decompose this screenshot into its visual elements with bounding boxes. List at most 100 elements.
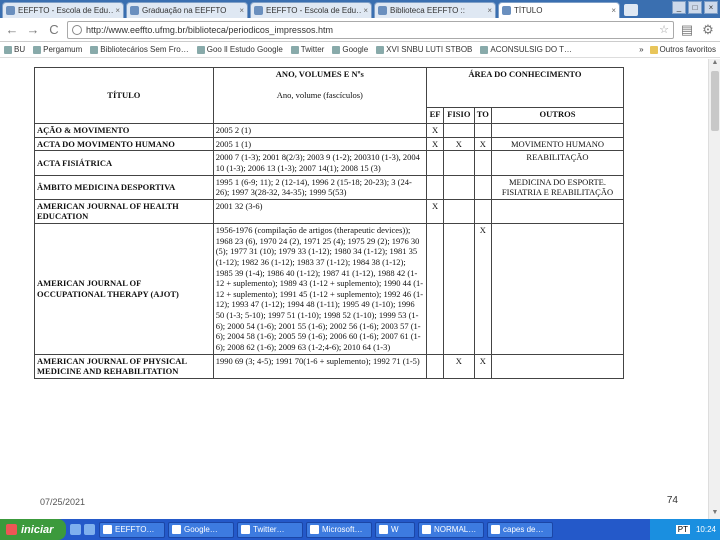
globe-icon: [72, 24, 82, 35]
favicon-icon: [6, 6, 15, 15]
header-to: TO: [473, 107, 492, 124]
browser-tab-active[interactable]: TÍTULO ×: [498, 2, 620, 18]
back-icon[interactable]: ←: [4, 22, 20, 38]
close-icon[interactable]: ×: [363, 6, 368, 15]
folder-icon: [422, 525, 431, 534]
table-row: AÇÃO & MOVIMENTO 2005 2 (1) X: [34, 123, 625, 138]
bookmark-item[interactable]: ACONSULSIG DO T…: [480, 45, 572, 54]
bookmark-icon: [90, 45, 99, 54]
bookmark-item[interactable]: Twitter: [290, 45, 324, 54]
close-icon[interactable]: ×: [487, 6, 492, 15]
table-row: ACTA FISIÁTRICA 2000 7 (1-3); 2001 8(2/3…: [34, 150, 625, 176]
forward-icon[interactable]: →: [25, 22, 41, 38]
bookmark-icon: [376, 45, 385, 54]
tab-strip: EEFFTO - Escola de Edu… × Graduação na EE…: [0, 0, 720, 18]
chrome-icon: [172, 525, 181, 534]
header-ef: EF: [425, 107, 445, 124]
taskbar-item[interactable]: Microsoft…: [306, 521, 372, 538]
bookmark-item[interactable]: Bibliotecários Sem Fro…: [90, 45, 189, 54]
close-icon[interactable]: ×: [115, 6, 120, 15]
tab-label: EEFFTO - Escola de Edu…: [18, 6, 114, 15]
maximize-icon[interactable]: □: [688, 1, 702, 14]
bookmark-item[interactable]: XVI SNBU LUTI STBOB: [376, 45, 472, 54]
quick-launch-icon[interactable]: [84, 524, 95, 535]
bookmark-icon: [480, 45, 489, 54]
bookmark-item[interactable]: Google: [332, 45, 368, 54]
taskbar-item[interactable]: NORMAL…: [418, 521, 484, 538]
wrench-icon[interactable]: ⚙: [700, 22, 716, 38]
favicon-icon: [378, 6, 387, 15]
app-icon: [241, 525, 250, 534]
quick-launch: [70, 524, 95, 535]
favicon-icon: [502, 6, 511, 15]
bookmark-icon: [332, 45, 341, 54]
tab-label: Graduação na EEFFTO: [142, 6, 227, 15]
star-icon[interactable]: ☆: [659, 23, 669, 36]
window-controls: _ □ ×: [672, 1, 718, 14]
tab-label: TÍTULO: [514, 6, 543, 15]
reload-icon[interactable]: C: [46, 22, 62, 38]
start-button[interactable]: iniciar: [0, 519, 66, 540]
scroll-up-icon[interactable]: ▲: [709, 59, 720, 69]
header-outros: OUTROS: [490, 107, 625, 124]
app-icon: [103, 525, 112, 534]
bookmark-icon: [33, 45, 42, 54]
close-window-icon[interactable]: ×: [704, 1, 718, 14]
taskbar-item[interactable]: Twitter…: [237, 521, 303, 538]
scroll-thumb[interactable]: [711, 71, 719, 131]
bookmark-item[interactable]: Pergamum: [33, 45, 82, 54]
favicon-icon: [254, 6, 263, 15]
folder-icon: [649, 45, 658, 54]
favicon-icon: [130, 6, 139, 15]
language-indicator[interactable]: PT: [675, 525, 690, 534]
new-tab-button[interactable]: [624, 4, 638, 16]
header-title: TÍTULO: [34, 67, 214, 124]
browser-tab-1[interactable]: EEFFTO - Escola de Edu… ×: [2, 2, 124, 18]
taskbar-item[interactable]: EEFFTO…: [99, 521, 165, 538]
tab-label: EEFFTO - Escola de Edu…: [266, 6, 362, 15]
tab-label: Biblioteca EEFFTO ::: [390, 6, 465, 15]
word-icon: [379, 525, 388, 534]
vertical-scrollbar[interactable]: ▲ ▼: [708, 59, 720, 519]
header-area: ÁREA DO CONHECIMENTO: [425, 67, 625, 108]
url-text: http://www.eeffto.ufmg.br/biblioteca/per…: [86, 24, 333, 35]
minimize-icon[interactable]: _: [672, 1, 686, 14]
quick-launch-icon[interactable]: [70, 524, 81, 535]
slide-number: 74: [666, 495, 678, 506]
table-row: AMERICAN JOURNAL OF PHYSICAL MEDICINE AN…: [34, 353, 625, 379]
periodicals-table: TÍTULO ANO, VOLUMES E Nºs Ano, volume (f…: [34, 67, 625, 379]
other-bookmarks-folder[interactable]: Outros favoritos: [649, 45, 716, 54]
browser-tab-3[interactable]: EEFFTO - Escola de Edu… ×: [250, 2, 372, 18]
taskbar-item[interactable]: capes de…: [487, 521, 553, 538]
close-icon[interactable]: ×: [239, 6, 244, 15]
bookmark-icon: [196, 45, 205, 54]
clock[interactable]: 10:24: [696, 525, 716, 534]
header-ano-volumes: ANO, VOLUMES E Nºs Ano, volume (fascícul…: [212, 67, 427, 124]
table-row: AMERICAN JOURNAL OF OCCUPATIONAL THERAPY…: [34, 223, 625, 355]
browser-toolbar: ← → C http://www.eeffto.ufmg.br/bibliote…: [0, 18, 720, 42]
more-bookmarks-icon[interactable]: »: [639, 45, 643, 54]
slide-date: 07/25/2021: [40, 497, 86, 507]
table-row: ÂMBITO MEDICINA DESPORTIVA 1995 1 (6-9; …: [34, 174, 625, 200]
app-icon: [491, 525, 500, 534]
bookmark-item[interactable]: Goo ll Estudo Google: [196, 45, 283, 54]
header-fisio: FISIO: [443, 107, 475, 124]
app-icon: [310, 525, 319, 534]
address-bar[interactable]: http://www.eeffto.ufmg.br/biblioteca/per…: [67, 20, 674, 39]
bookmark-icon: [290, 45, 299, 54]
taskbar-item[interactable]: W: [375, 521, 415, 538]
page-content: TÍTULO ANO, VOLUMES E Nºs Ano, volume (f…: [0, 59, 720, 519]
taskbar-item[interactable]: Google…: [168, 521, 234, 538]
browser-tab-4[interactable]: Biblioteca EEFFTO :: ×: [374, 2, 496, 18]
bookmarks-bar: BU Pergamum Bibliotecários Sem Fro… Goo …: [0, 42, 720, 58]
bookmark-icon: [4, 45, 12, 54]
close-icon[interactable]: ×: [611, 6, 616, 15]
browser-tab-2[interactable]: Graduação na EEFFTO ×: [126, 2, 248, 18]
table-row: AMERICAN JOURNAL OF HEALTH EDUCATION 200…: [34, 198, 625, 225]
windows-logo-icon: [6, 524, 17, 535]
system-tray: PT 10:24: [650, 519, 720, 540]
windows-taskbar: iniciar EEFFTO… Google… Twitter… Microso…: [0, 519, 720, 540]
page-menu-icon[interactable]: ▤: [679, 22, 695, 38]
scroll-down-icon[interactable]: ▼: [709, 509, 720, 519]
bookmark-item[interactable]: BU: [4, 45, 25, 54]
